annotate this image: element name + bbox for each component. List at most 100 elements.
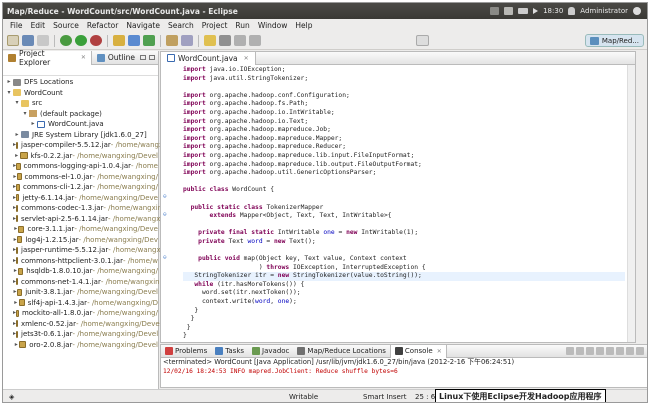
menu-refactor[interactable]: Refactor <box>83 21 122 30</box>
expanded-arrow-icon[interactable]: ▾ <box>13 98 21 109</box>
tree-item[interactable]: ▸ commons-logging-api-1.0.4.jar - /home <box>3 161 158 172</box>
scroll-lock-icon[interactable] <box>596 347 604 355</box>
menu-help[interactable]: Help <box>291 21 316 30</box>
problems-icon <box>165 347 173 355</box>
user-name[interactable]: Administrator <box>580 7 628 15</box>
menu-navigate[interactable]: Navigate <box>122 21 164 30</box>
tree-item[interactable]: ▸ servlet-api-2.5-6.1.14.jar - /home/wang… <box>3 214 162 225</box>
code-line: } <box>183 306 199 314</box>
run-icon[interactable] <box>75 35 87 46</box>
tree-item[interactable]: ▸ oro-2.0.8.jar - /home/wangxing/Devel <box>3 340 158 351</box>
tab-javadoc[interactable]: Javadoc <box>248 345 293 358</box>
terminate-icon[interactable] <box>566 347 574 355</box>
tree-item-label: WordCount.java <box>48 120 104 128</box>
close-icon[interactable]: ✕ <box>81 54 86 61</box>
tab-outline[interactable]: Outline <box>92 51 140 65</box>
menu-window[interactable]: Window <box>254 21 292 30</box>
collapsed-arrow-icon[interactable]: ▸ <box>13 151 20 162</box>
tree-item[interactable]: ▸ hsqldb-1.8.0.10.jar - /home/wangxing/ <box>3 266 158 277</box>
menu-run[interactable]: Run <box>231 21 253 30</box>
tree-item[interactable]: ▸ mockito-all-1.8.0.jar - /home/wangxing/ <box>3 308 158 319</box>
code-area[interactable]: ⊖ ⊖ ⊖ import java.io.IOException; import … <box>161 65 635 342</box>
menu-source[interactable]: Source <box>49 21 83 30</box>
close-icon[interactable]: ✕ <box>244 55 249 62</box>
tree-item[interactable]: ▸ core-3.1.1.jar - /home/wangxing/Deve <box>3 224 158 235</box>
menu-search[interactable]: Search <box>164 21 198 30</box>
tree-item[interactable]: ▸ WordCount.java <box>3 119 158 130</box>
fold-marker-icon[interactable]: ⊖ <box>163 254 171 262</box>
menu-project[interactable]: Project <box>198 21 232 30</box>
close-icon[interactable]: ✕ <box>437 348 442 355</box>
tree-item[interactable]: ▸ jets3t-0.6.1.jar - /home/wangxing/Devel <box>3 329 158 340</box>
volume-icon[interactable] <box>533 8 539 14</box>
tree-item[interactable]: ▸ log4j-1.2.15.jar - /home/wangxing/Dev <box>3 235 158 246</box>
fold-marker-icon[interactable]: ⊖ <box>163 193 171 201</box>
maximize-icon[interactable] <box>149 55 155 60</box>
tab-map-reduce-locations[interactable]: Map/Reduce Locations <box>293 345 390 358</box>
collapsed-arrow-icon[interactable]: ▸ <box>5 77 13 88</box>
code-line: import org.apache.hadoop.mapreduce.lib.i… <box>183 151 415 159</box>
tree-item[interactable]: ▾ src <box>3 98 158 109</box>
save-icon[interactable] <box>22 35 34 46</box>
tab-problems[interactable]: Problems <box>161 345 211 358</box>
open-type-icon[interactable] <box>166 35 178 46</box>
tree-item[interactable]: ▸ commons-el-1.0.jar - /home/wangxing/ <box>3 172 158 183</box>
expanded-arrow-icon[interactable]: ▾ <box>21 109 29 120</box>
external-tools-icon[interactable] <box>90 35 102 46</box>
tree-item[interactable]: ▸ xmlenc-0.52.jar - /home/wangxing/Deve <box>3 319 160 330</box>
clear-console-icon[interactable] <box>586 347 594 355</box>
new-java-project-icon[interactable] <box>113 35 125 46</box>
tab-project-explorer[interactable]: Project Explorer ✕ <box>3 49 92 67</box>
tree-item[interactable]: ▸ JRE System Library [jdk1.6.0_27] <box>3 130 158 141</box>
collapsed-arrow-icon[interactable]: ▸ <box>13 130 21 141</box>
new-class-icon[interactable] <box>143 35 155 46</box>
tree-item[interactable]: ▸ kfs-0.2.2.jar - /home/wangxing/Devel <box>3 151 158 162</box>
debug-icon[interactable] <box>60 35 72 46</box>
display-console-icon[interactable] <box>616 347 624 355</box>
tree-item-path: - /home/wangxing/D <box>87 298 158 307</box>
tree-item[interactable]: ▾ (default package) <box>3 109 158 120</box>
expanded-arrow-icon[interactable]: ▾ <box>5 88 13 99</box>
collapsed-arrow-icon[interactable]: ▸ <box>29 119 37 130</box>
minimize-icon[interactable] <box>626 347 634 355</box>
tree-item[interactable]: ▾ WordCount <box>3 88 158 99</box>
editor-tab-wordcount[interactable]: WordCount.java ✕ <box>161 51 256 65</box>
maximize-icon[interactable] <box>636 347 644 355</box>
pin-icon[interactable] <box>219 35 231 46</box>
tab-tasks[interactable]: Tasks <box>211 345 248 358</box>
annotation-icon[interactable] <box>204 35 216 46</box>
menu-file[interactable]: File <box>6 21 27 30</box>
tree-item[interactable]: ▸ commons-cli-1.2.jar - /home/wangxing/ <box>3 182 158 193</box>
search-icon[interactable] <box>181 35 193 46</box>
new-package-icon[interactable] <box>128 35 140 46</box>
back-icon[interactable] <box>234 35 246 46</box>
system-tray: 18:30 Administrator <box>490 7 647 15</box>
power-icon[interactable] <box>633 7 641 15</box>
print-icon[interactable] <box>37 35 49 46</box>
perspective-mapreduce-button[interactable]: Map/Red... <box>584 34 644 47</box>
tree-item[interactable]: ▸ commons-httpclient-3.0.1.jar - /home/w <box>3 256 158 267</box>
editor-vertical-scrollbar[interactable] <box>627 65 635 342</box>
open-perspective-icon[interactable] <box>416 35 430 46</box>
tree-item[interactable]: ▸ DFS Locations <box>3 77 158 88</box>
tree-item[interactable]: ▸ commons-net-1.4.1.jar - /home/wangxing/ <box>3 277 166 288</box>
tree-item[interactable]: ▸ jetty-6.1.14.jar - /home/wangxing/Deve <box>3 193 158 204</box>
clock[interactable]: 18:30 <box>543 7 563 15</box>
fold-marker-icon[interactable]: ⊖ <box>163 211 171 219</box>
new-icon[interactable] <box>7 35 19 46</box>
app-indicator-icon[interactable] <box>490 7 500 15</box>
tree-item[interactable]: ▸ jasper-runtime-5.5.12.jar - /home/wangx… <box>3 245 167 256</box>
remove-launch-icon[interactable] <box>576 347 584 355</box>
tree-item[interactable]: ▸ slf4j-api-1.4.3.jar - /home/wangxing/D <box>3 298 158 309</box>
forward-icon[interactable] <box>249 35 261 46</box>
minimize-icon[interactable] <box>140 55 146 60</box>
tree-item[interactable]: ▸ jasper-compiler-5.5.12.jar - /home/wang… <box>3 140 176 151</box>
pin-console-icon[interactable] <box>606 347 614 355</box>
menu-edit[interactable]: Edit <box>27 21 50 30</box>
tab-console[interactable]: Console ✕ <box>389 344 447 358</box>
collapsed-arrow-icon[interactable]: ▸ <box>13 298 19 309</box>
tree-item[interactable]: ▸ junit-3.8.1.jar - /home/wangxing/Devel <box>3 287 158 298</box>
network-icon[interactable] <box>518 8 529 14</box>
tree-item[interactable]: ▸ commons-codec-1.3.jar - /home/wangxing/ <box>3 203 169 214</box>
mail-icon[interactable] <box>504 7 514 15</box>
